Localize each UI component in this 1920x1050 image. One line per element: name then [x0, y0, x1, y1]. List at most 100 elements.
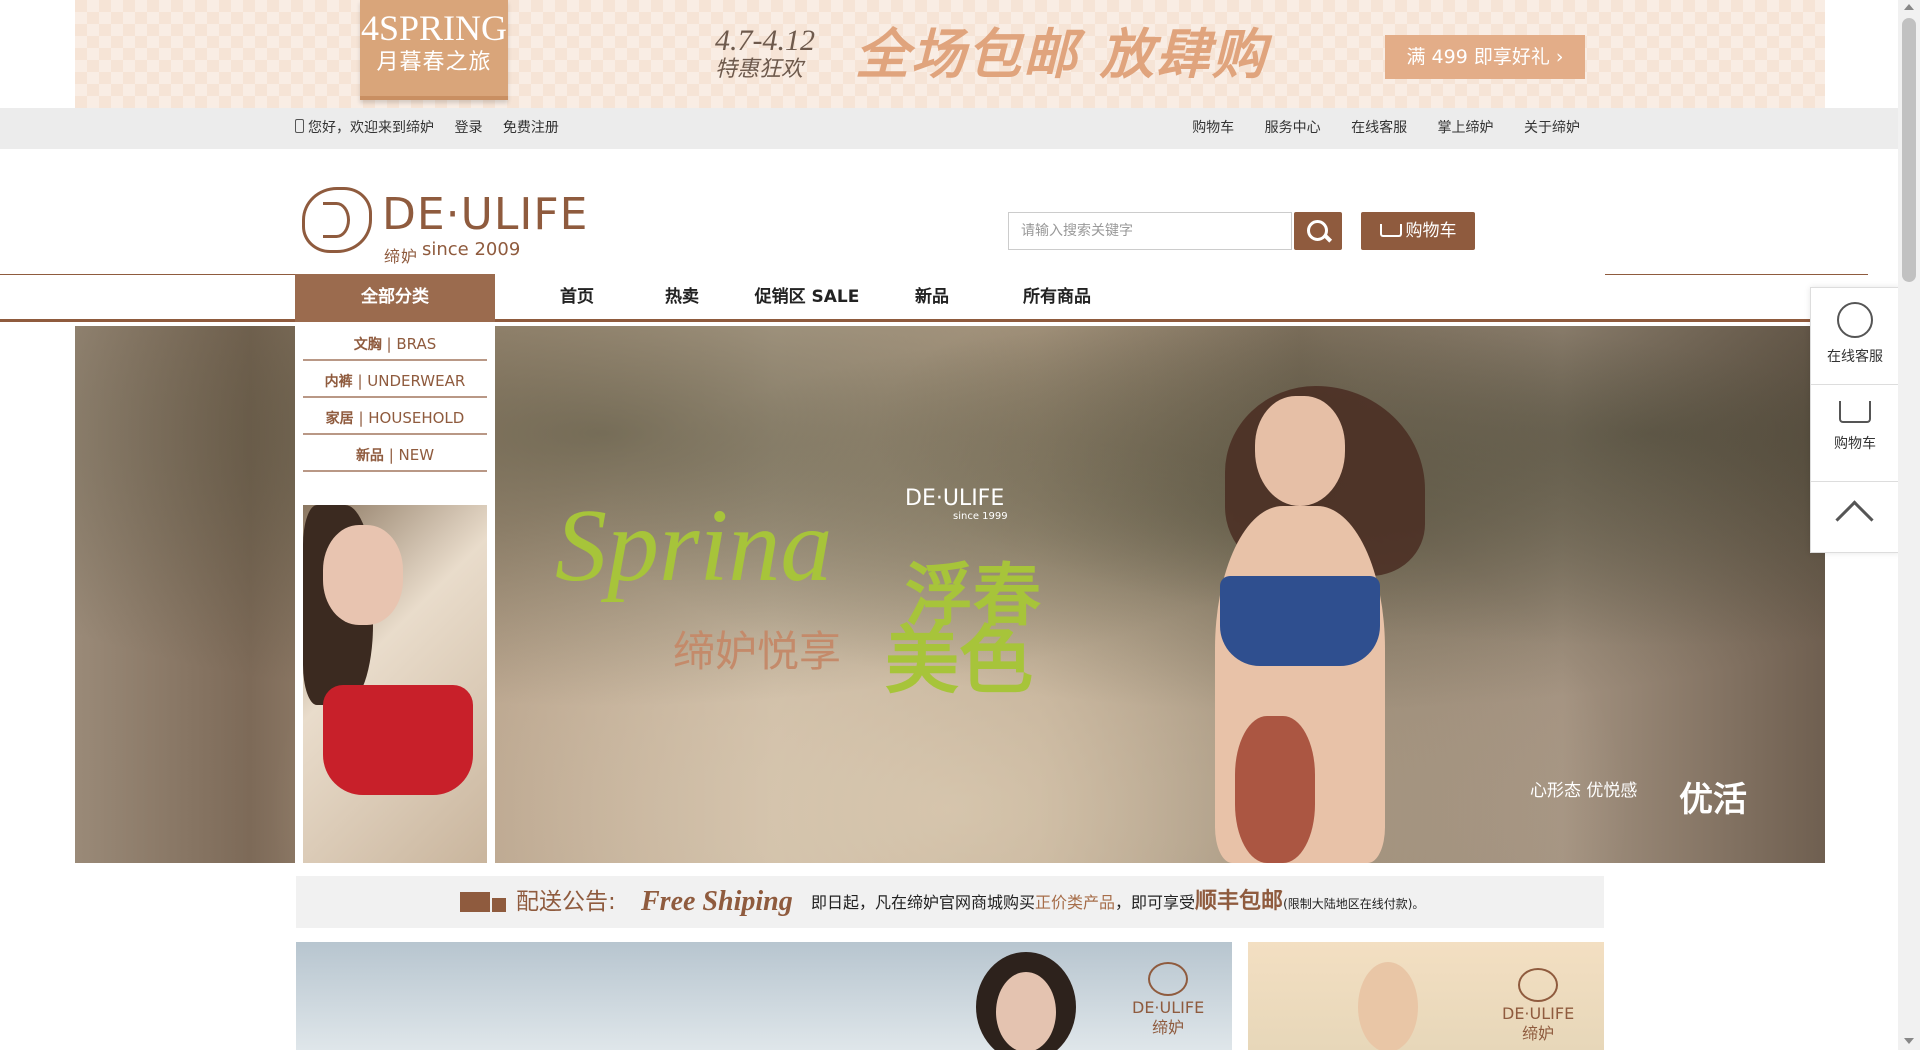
chevron-up-icon [1835, 500, 1874, 539]
nav-item-sale[interactable]: 促销区 SALE [747, 274, 867, 320]
promo-dates: 4.7-4.12 特惠狂欢 [715, 26, 815, 82]
float-cart-label: 购物车 [1834, 436, 1876, 452]
util-link-about[interactable]: 关于缔妒 [1524, 120, 1580, 136]
hero-brand-right: 优活 [1679, 780, 1747, 820]
welcome-text: 您好，欢迎来到缔妒 [295, 119, 434, 136]
login-link[interactable]: 登录 [454, 120, 482, 136]
page: 4SPRING 月暮春之旅 4.7-4.12 特惠狂欢 全场包邮 放肆购 满 4… [0, 0, 1920, 1050]
logo-mark-icon [1148, 962, 1189, 996]
hero-subtitle-2: 美色 [885, 618, 1033, 704]
category-cn: 新品 [355, 448, 384, 464]
register-link[interactable]: 免费注册 [503, 120, 559, 136]
category-promo-face [323, 525, 403, 625]
scroll-up-icon[interactable] [1904, 4, 1914, 10]
utility-right: 购物车 服务中心 在线客服 掌上缔妒 关于缔妒 [1166, 108, 1580, 149]
bottom-promo-right[interactable]: DE·ULIFE 缔妒 [1248, 942, 1604, 1050]
nav-item-all-products[interactable]: 所有商品 [1007, 274, 1107, 320]
notice-script: Free Shiping [641, 886, 793, 917]
util-link-mobile[interactable]: 掌上缔妒 [1438, 120, 1494, 136]
category-item-new[interactable]: 新品 | NEW [303, 433, 487, 472]
float-cart[interactable]: 购物车 [1811, 385, 1899, 482]
promo-right-logo-text: DE·ULIFE [1502, 1004, 1575, 1023]
promo-right-logo-cn: 缔妒 [1522, 1024, 1555, 1043]
nav-item-hot[interactable]: 热卖 [632, 274, 732, 320]
hero-logo-since: since 1999 [953, 511, 1008, 522]
category-item-bras[interactable]: 文胸 | BRAS [303, 322, 487, 361]
floating-toolbar: 在线客服 购物车 [1810, 287, 1900, 553]
float-online-service[interactable]: 在线客服 [1811, 288, 1899, 385]
category-en: NEW [398, 446, 435, 464]
promo-left-logo-text: DE·ULIFE [1132, 998, 1205, 1017]
hero-model-head [1255, 396, 1345, 506]
hero-model-flowers [1235, 716, 1315, 863]
scroll-thumb[interactable] [1902, 18, 1916, 282]
back-to-top-button[interactable] [1811, 482, 1899, 552]
category-promo-top [323, 685, 473, 795]
promo-dates-sub: 特惠狂欢 [715, 56, 804, 81]
promo-left-logo: DE·ULIFE 缔妒 [1132, 962, 1204, 1038]
utility-left: 您好，欢迎来到缔妒 登录 免费注册 [295, 108, 575, 149]
category-en: UNDERWEAR [367, 372, 466, 390]
truck-icon [460, 892, 506, 912]
notice-text-pre: 即日起，凡在缔妒官网商城购买 [811, 893, 1036, 912]
scroll-down-icon[interactable] [1904, 1038, 1914, 1044]
notice-text-mid: ，即可享受 [1115, 893, 1196, 912]
logo-name-text: DE·ULIFE [382, 189, 589, 240]
bottom-promo-left[interactable]: DE·ULIFE 缔妒 [296, 942, 1232, 1050]
notice-text-highlight: 正价类产品 [1035, 893, 1116, 912]
search-input[interactable]: 请输入搜索关键字 [1008, 212, 1292, 250]
notice-text-big: 顺丰包邮 [1195, 889, 1284, 914]
promo-badge-line1: 4SPRING [360, 8, 508, 48]
promo-badge-line2: 月暮春之旅 [376, 50, 492, 75]
util-link-service-center[interactable]: 服务中心 [1265, 120, 1321, 136]
header-cart-button[interactable]: 购物车 [1361, 212, 1475, 250]
welcome-label: 您好，欢迎来到缔妒 [308, 120, 434, 136]
category-item-household[interactable]: 家居 | HOUSEHOLD [303, 396, 487, 435]
category-promo-image[interactable] [303, 505, 487, 863]
float-service-label: 在线客服 [1827, 349, 1883, 365]
nav-all-categories[interactable]: 全部分类 [295, 274, 495, 322]
search-button[interactable] [1294, 212, 1342, 250]
nav-top-line-right [1605, 274, 1868, 275]
category-en: HOUSEHOLD [368, 409, 465, 427]
nav-top-line-left [0, 274, 295, 275]
logo-cn-text: 缔妒 [384, 247, 419, 266]
hero-brand-left: 心形态 优悦感 [1530, 781, 1638, 801]
promo-dates-range: 4.7-4.12 [715, 24, 815, 57]
page-scrollbar[interactable] [1898, 0, 1920, 1050]
hero-model-image [1195, 386, 1425, 863]
nav-item-new[interactable]: 新品 [882, 274, 982, 320]
hero-script-title: Sprina [555, 488, 833, 603]
category-en: BRAS [396, 335, 437, 353]
hero-logo-text: DE·ULIFE [905, 486, 1005, 511]
logo-since: since 2009 [422, 239, 521, 260]
promo-right-logo: DE·ULIFE 缔妒 [1502, 968, 1574, 1044]
top-promo-banner[interactable]: 4SPRING 月暮春之旅 4.7-4.12 特惠狂欢 全场包邮 放肆购 满 4… [75, 0, 1825, 108]
phone-icon [1837, 302, 1873, 338]
header-cart-label: 购物车 [1405, 221, 1457, 241]
site-logo[interactable]: DE·ULIFE 缔妒 since 2009 [302, 183, 602, 266]
category-item-underwear[interactable]: 内裤 | UNDERWEAR [303, 359, 487, 398]
promo-left-logo-cn: 缔妒 [1152, 1018, 1185, 1037]
phone-icon [295, 119, 304, 133]
promo-right-model-face [1358, 962, 1418, 1050]
util-link-online-service[interactable]: 在线客服 [1351, 120, 1407, 136]
cart-icon [1379, 224, 1402, 237]
category-cn: 内裤 [324, 374, 353, 390]
promo-cta-button[interactable]: 满 499 即享好礼 › [1385, 35, 1585, 79]
utility-bar: 您好，欢迎来到缔妒 登录 免费注册 购物车 服务中心 在线客服 掌上缔妒 关于缔… [0, 108, 1898, 149]
main-nav: 全部分类 首页 热卖 促销区 SALE 新品 所有商品 [0, 274, 1898, 322]
hero-model-bra [1220, 576, 1380, 666]
category-cn: 文胸 [353, 337, 382, 353]
promo-badge: 4SPRING 月暮春之旅 [360, 0, 508, 100]
util-link-cart[interactable]: 购物车 [1192, 120, 1234, 136]
logo-mark-icon [302, 187, 372, 253]
notice-text-small: (限制大陆地区在线付款)。 [1283, 897, 1425, 911]
nav-item-home[interactable]: 首页 [527, 274, 627, 320]
shipping-notice: 配送公告: Free Shiping 即日起，凡在缔妒官网商城购买正价类产品，即… [296, 876, 1604, 928]
logo-mark-icon [1518, 968, 1559, 1002]
hero-subtitle: 缔妒悦享 [673, 627, 842, 676]
category-cn: 家居 [325, 411, 354, 427]
search-icon-handle [1322, 233, 1333, 243]
notice-title: 配送公告: [516, 889, 616, 915]
